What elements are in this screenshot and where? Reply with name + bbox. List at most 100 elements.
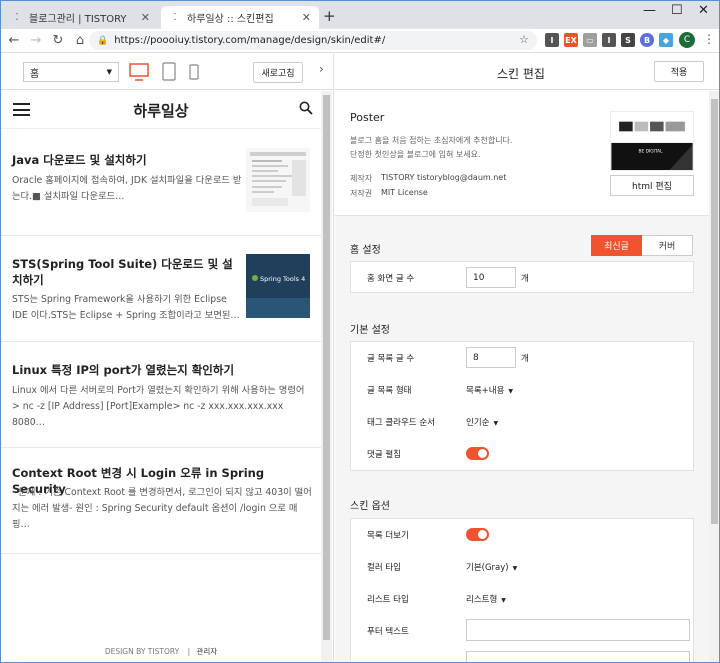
html-edit-button[interactable]: html 편집 [610,175,694,196]
comment-expand-label: 댓글 펼침 [367,450,401,460]
home-post-count-input[interactable]: 10 [466,267,516,288]
skin-info: Poster 블로그 홈을 처음 접하는 초심자에게 추천합니다. 단정한 첫인… [335,91,709,216]
skin-name: Poster [350,111,385,124]
skin-desc-line: 단정한 첫인상을 블로그에 입혀 보세요. [350,150,481,159]
minimize-icon[interactable]: — [643,3,656,18]
mobile-preview-icon[interactable] [188,62,200,82]
basic-settings-title: 기본 설정 [350,325,390,336]
panel-divider [333,54,334,662]
maker-value: TISTORY tistoryblog@daum.net [381,173,507,182]
forward-icon[interactable]: → [27,33,45,48]
back-icon[interactable]: ← [5,33,23,48]
extension-icon[interactable]: ◆ [659,33,673,47]
post-item[interactable]: STS(Spring Tool Suite) 다운로드 및 설치하기 STS는 … [1,236,321,342]
chevron-down-icon: ▼ [106,68,112,76]
caret-down-icon: ▼ [493,420,499,427]
preview-toolbar: 홈 ▼ 새로고침 › [1,54,334,90]
panel-scrollbar[interactable] [709,91,719,662]
tag-order-value: 인기순 [466,418,490,428]
browser-window: ⁚ 블로그관리 | TISTORY ✕ ⁚ 하루일상 :: 스킨편집 ✕ + —… [0,0,720,663]
refresh-button[interactable]: 새로고침 [253,62,303,83]
preview-scrollbar-thumb[interactable] [323,95,330,640]
post-title[interactable]: Linux 특정 IP의 port가 열렸는지 확인하기 [12,362,312,378]
unit-label: 개 [521,354,529,364]
setting-row: 글 목록 글 수 8 개 [351,342,693,374]
skin-description: 블로그 홈을 처음 접하는 초심자에게 추천합니다. 단정한 첫인상을 블로그에… [350,134,512,162]
extension-icon[interactable]: EX [564,33,578,47]
home-settings-title: 홈 설정 [350,245,381,256]
license-label: 저작권 [350,189,373,198]
setting-row: 홈 화면 글 수 10 개 [351,262,693,294]
caret-down-icon: ▼ [512,565,518,572]
extension-icon[interactable]: S [621,33,635,47]
list-post-count-input[interactable]: 8 [466,347,516,368]
skin-thumb-text: BE DIGITAL [638,149,663,155]
apply-button[interactable]: 적용 [654,61,704,82]
color-type-label: 컬러 타입 [367,563,401,573]
blog-title[interactable]: 하루일상 [1,100,321,121]
close-tab-icon[interactable]: ✕ [302,11,311,24]
post-thumbnail[interactable] [246,148,310,212]
cover-option[interactable]: 커버 [642,235,693,256]
comment-expand-toggle[interactable] [466,447,489,460]
color-type-value: 기본(Gray) [466,563,509,573]
tistory-favicon-icon: ⁚ [15,12,19,23]
navigation-bar: ← → ↻ ⌂ 🔒 https://poooiuy.tistory.com/ma… [1,29,719,53]
footer-text-input[interactable] [466,619,690,641]
post-item[interactable]: Linux 특정 IP의 port가 열렸는지 확인하기 Linux 에서 다른… [1,342,321,448]
post-title[interactable]: STS(Spring Tool Suite) 다운로드 및 설치하기 [12,256,240,288]
close-window-icon[interactable]: ✕ [698,3,709,18]
profile-avatar[interactable]: C [679,32,695,48]
maximize-icon[interactable]: ☐ [671,3,683,18]
browser-menu-icon[interactable]: ⋮ [703,32,715,46]
new-tab-icon[interactable]: + [323,7,336,25]
tablet-preview-icon[interactable] [161,62,177,82]
post-thumbnail[interactable]: Spring Tools 4 [246,254,310,318]
post-item[interactable]: Context Root 변경 시 Login 오류 in Spring Sec… [1,448,321,554]
unit-label: 개 [521,274,529,284]
blog-preview: 하루일상 Java 다운로드 및 설치하기 Oracle 홈페이지에 접속하여,… [1,91,321,662]
panel-scrollbar-thumb[interactable] [711,99,718,524]
search-icon[interactable] [299,101,313,115]
list-type-value: 목록+내용 [466,386,505,396]
latest-posts-option[interactable]: 최신글 [591,235,642,256]
setting-row: 글 목록 형태 목록+내용 ▼ [351,374,693,406]
address-bar[interactable]: 🔒 https://poooiuy.tistory.com/manage/des… [89,31,537,50]
extensions-bar: I EX ▭ I S B ◆ [545,33,673,47]
bookmark-star-icon[interactable]: ☆ [519,33,529,46]
desktop-preview-icon[interactable] [128,62,150,82]
list-style-value: 리스트형 [466,595,498,605]
close-tab-icon[interactable]: ✕ [141,11,150,24]
list-type-label: 글 목록 형태 [367,386,412,396]
tag-order-dropdown[interactable]: 인기순 ▼ [466,416,498,428]
home-icon[interactable]: ⌂ [71,33,89,48]
footer-admin-link[interactable]: 관리자 [196,647,217,656]
list-type-dropdown[interactable]: 목록+내용 ▼ [466,384,513,396]
list-style-dropdown[interactable]: 리스트형 ▼ [466,593,506,605]
tab-skin-edit[interactable]: ⁚ 하루일상 :: 스킨편집 ✕ [161,6,319,29]
skin-settings-panel: Poster 블로그 홈을 처음 접하는 초심자에게 추천합니다. 단정한 첫인… [335,91,709,662]
preview-scrollbar[interactable] [321,91,332,662]
extension-icon[interactable]: B [640,33,654,47]
footer-text-label: 푸터 텍스트 [367,627,409,637]
caret-down-icon: ▼ [501,597,506,604]
tab-strip: ⁚ 블로그관리 | TISTORY ✕ ⁚ 하루일상 :: 스킨편집 ✕ + —… [1,1,719,29]
page-select[interactable]: 홈 ▼ [23,62,119,82]
chevron-right-icon[interactable]: › [319,62,324,76]
reload-icon[interactable]: ↻ [49,33,67,48]
list-style-label: 리스트 타입 [367,595,409,605]
color-type-dropdown[interactable]: 기본(Gray) ▼ [466,561,517,573]
tab-blog-admin[interactable]: ⁚ 블로그관리 | TISTORY ✕ [3,6,158,29]
post-item[interactable]: Java 다운로드 및 설치하기 Oracle 홈페이지에 접속하여, JDK … [1,130,321,236]
more-list-toggle[interactable] [466,528,489,541]
basic-settings-card: 글 목록 글 수 8 개 글 목록 형태 목록+내용 ▼ 태그 클라우드 순서 인… [350,341,694,471]
home-mode-toggle: 최신글 커버 [591,235,693,256]
post-excerpt: Oracle 홈페이지에 접속하여, JDK 설치파일을 다운로드 받는다.■ … [12,175,242,202]
skin-options-title: 스킨 옵션 [350,501,390,512]
extension-icon[interactable]: ▭ [583,33,597,47]
option-input[interactable] [466,651,690,662]
skin-license: 저작권 MIT License [350,188,428,199]
extension-icon[interactable]: I [602,33,616,47]
post-title[interactable]: Java 다운로드 및 설치하기 [12,152,240,168]
extension-icon[interactable]: I [545,33,559,47]
